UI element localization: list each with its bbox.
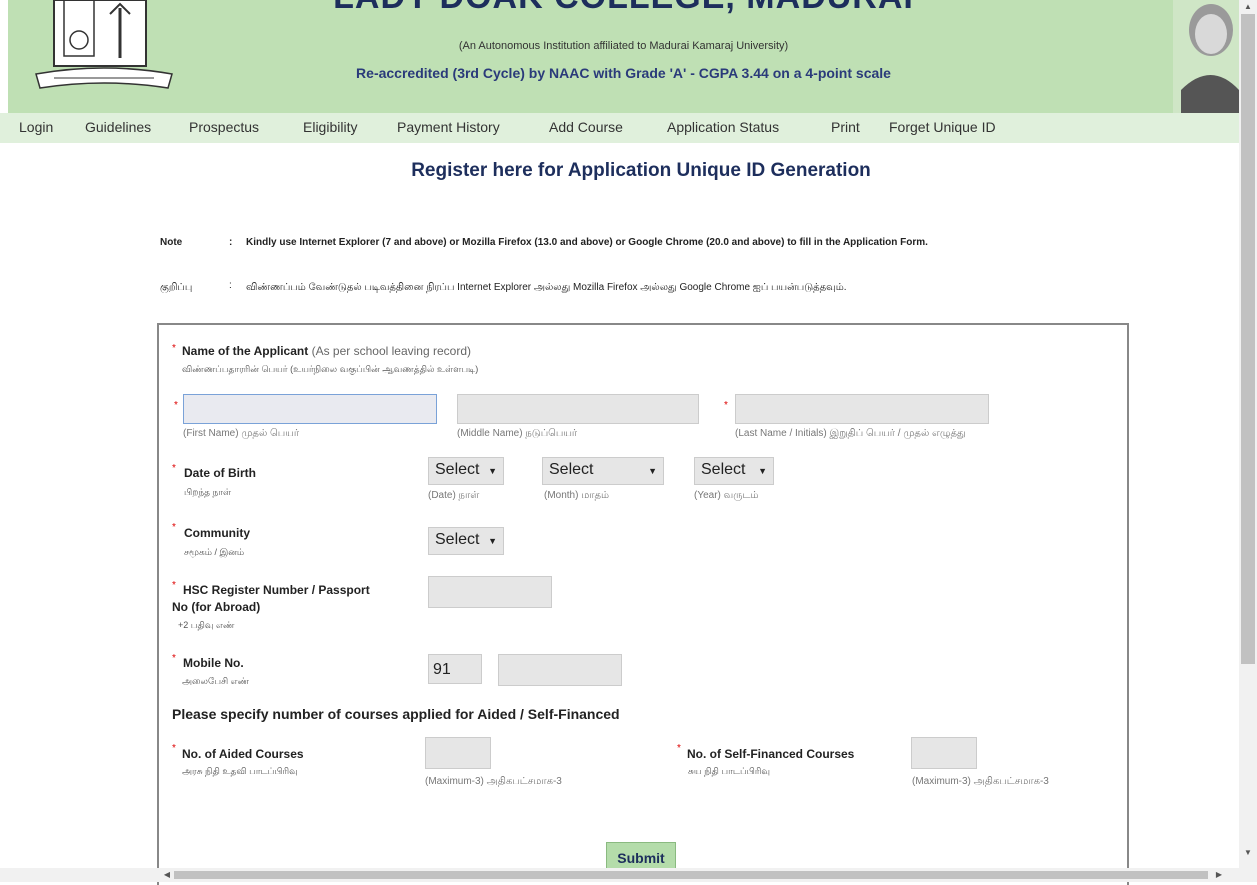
self-financed-courses-label-tamil: சுய நிதி பாடப்பிரிவு <box>688 766 770 776</box>
chevron-down-icon: ▼ <box>488 466 497 476</box>
note-text-tamil: விண்ணப்பம் வேண்டுதல் படிவத்தினை நிரப்ப I… <box>246 282 847 293</box>
note-colon-tamil: : <box>229 280 232 291</box>
hsc-label-line1: HSC Register Number / Passport <box>183 583 370 597</box>
hsc-register-input[interactable] <box>428 576 552 608</box>
middle-name-hint: (Middle Name) நடுப்பெயர் <box>457 428 578 439</box>
nav-prospectus[interactable]: Prospectus <box>189 119 259 135</box>
chevron-down-icon: ▼ <box>648 466 657 476</box>
last-name-hint: (Last Name / Initials) இறுதிப் பெயர் / ம… <box>735 428 966 439</box>
founder-portrait <box>1173 0 1239 113</box>
self-financed-courses-label: No. of Self-Financed Courses <box>687 747 855 761</box>
community-label-tamil: சமூகம் / இனம் <box>184 547 245 557</box>
required-mark: * <box>172 653 176 664</box>
first-name-input[interactable] <box>183 394 437 424</box>
scroll-up-icon[interactable]: ▲ <box>1239 0 1257 14</box>
scroll-down-icon[interactable]: ▼ <box>1239 846 1257 860</box>
nav-forget-unique-id[interactable]: Forget Unique ID <box>889 119 996 135</box>
mobile-label-tamil: அலைபேசி எண் <box>182 676 250 686</box>
year-select[interactable]: Select ▼ <box>694 457 774 485</box>
nav-application-status[interactable]: Application Status <box>667 119 779 135</box>
required-mark: * <box>172 522 176 533</box>
hsc-label-line2: No (for Abroad) <box>172 600 261 614</box>
hsc-label-tamil: +2 பதிவு எண் <box>178 620 235 630</box>
required-mark: * <box>172 580 176 591</box>
mobile-number-input[interactable] <box>498 654 622 686</box>
note-label: Note <box>160 237 183 248</box>
vertical-scroll-thumb[interactable] <box>1241 14 1255 664</box>
note-colon: : <box>229 237 233 248</box>
required-mark: * <box>172 743 176 754</box>
mobile-label: Mobile No. <box>183 656 244 670</box>
affiliation-text: (An Autonomous Institution affiliated to… <box>458 40 789 52</box>
month-select[interactable]: Select ▼ <box>542 457 664 485</box>
scroll-left-icon[interactable]: ◀ <box>160 868 174 882</box>
required-mark: * <box>677 743 681 754</box>
college-header: LADY DOAK COLLEGE, MADURAI (An Autonomou… <box>8 0 1239 113</box>
year-hint: (Year) வருடம் <box>694 490 759 501</box>
date-select[interactable]: Select ▼ <box>428 457 504 485</box>
chevron-down-icon: ▼ <box>758 466 767 476</box>
self-financed-courses-hint: (Maximum-3) அதிகபட்சமாக-3 <box>912 776 1049 787</box>
name-hint: (As per school leaving record) <box>311 344 471 358</box>
courses-heading: Please specify number of courses applied… <box>172 706 620 722</box>
required-mark: * <box>724 400 728 411</box>
vertical-scrollbar[interactable]: ▲ ▼ <box>1239 0 1257 882</box>
self-financed-courses-input[interactable] <box>911 737 977 769</box>
main-nav: Login Guidelines Prospectus Eligibility … <box>0 113 1239 143</box>
accreditation-text: Re-accredited (3rd Cycle) by NAAC with G… <box>356 65 891 81</box>
college-name: LADY DOAK COLLEGE, MADURAI <box>8 0 1239 17</box>
required-mark: * <box>172 463 176 474</box>
scroll-right-icon[interactable]: ▶ <box>1212 868 1226 882</box>
mobile-country-code[interactable]: 91 <box>428 654 482 684</box>
aided-courses-hint: (Maximum-3) அதிகபட்சமாக-3 <box>425 776 562 787</box>
aided-courses-label: No. of Aided Courses <box>182 747 304 761</box>
community-select[interactable]: Select ▼ <box>428 527 504 555</box>
name-label-tamil: விண்ணப்பதாரரின் பெயர் (உயர்நிலை வகுப்பின… <box>182 364 479 374</box>
aided-courses-input[interactable] <box>425 737 491 769</box>
required-mark: * <box>174 400 178 411</box>
nav-eligibility[interactable]: Eligibility <box>303 119 357 135</box>
note-text: Kindly use Internet Explorer (7 and abov… <box>246 237 928 248</box>
aided-courses-label-tamil: அரசு நிதி உதவி பாடப்பிரிவு <box>182 766 298 776</box>
dob-label: Date of Birth <box>184 466 256 480</box>
middle-name-input[interactable] <box>457 394 699 424</box>
chevron-down-icon: ▼ <box>488 536 497 546</box>
note-label-tamil: குறிப்பு <box>160 282 193 293</box>
community-label: Community <box>184 526 250 540</box>
first-name-hint: (First Name) முதல் பெயர் <box>183 428 300 439</box>
month-hint: (Month) மாதம் <box>544 490 610 501</box>
page-title: Register here for Application Unique ID … <box>411 160 871 181</box>
nav-print[interactable]: Print <box>831 119 860 135</box>
dob-label-tamil: பிறந்த நாள் <box>184 487 232 497</box>
nav-payment-history[interactable]: Payment History <box>397 119 500 135</box>
nav-login[interactable]: Login <box>19 119 53 135</box>
nav-guidelines[interactable]: Guidelines <box>85 119 151 135</box>
required-mark: * <box>172 343 176 354</box>
nav-add-course[interactable]: Add Course <box>549 119 623 135</box>
last-name-input[interactable] <box>735 394 989 424</box>
horizontal-scrollbar[interactable]: ◀ ▶ <box>0 868 1239 882</box>
date-hint: (Date) நாள் <box>428 490 480 501</box>
name-label: Name of the Applicant (As per school lea… <box>182 344 471 358</box>
horizontal-scroll-thumb[interactable] <box>174 871 1208 879</box>
